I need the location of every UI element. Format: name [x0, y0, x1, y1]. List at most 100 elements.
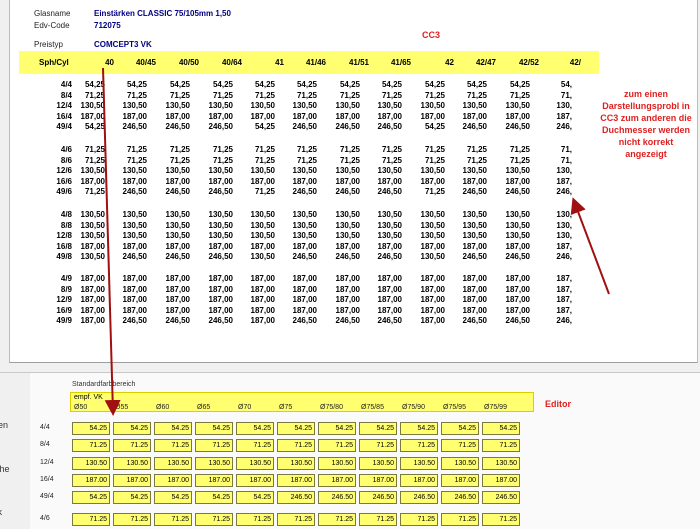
- editor-price-input[interactable]: 187.00: [195, 474, 233, 487]
- editor-price-input[interactable]: 71.25: [318, 513, 356, 526]
- editor-window: ngen eiche ock Standardfarbbereich empf.…: [0, 372, 700, 529]
- editor-price-input[interactable]: 54.25: [195, 491, 233, 504]
- side-item-1[interactable]: ngen: [0, 420, 8, 430]
- editor-column-header: Ø60: [156, 404, 170, 411]
- editor-price-input[interactable]: 54.25: [72, 491, 110, 504]
- editor-price-input[interactable]: 246.50: [359, 491, 397, 504]
- editor-price-input[interactable]: 54.25: [236, 491, 274, 504]
- editor-price-input[interactable]: 187.00: [318, 474, 356, 487]
- editor-price-input[interactable]: 187.00: [236, 474, 274, 487]
- editor-price-input[interactable]: 71.25: [441, 439, 479, 452]
- editor-price-input[interactable]: 71.25: [318, 439, 356, 452]
- editor-price-input[interactable]: 54.25: [400, 422, 438, 435]
- side-item-2[interactable]: eiche: [0, 464, 10, 474]
- preistyp-value: COMCEPT3 VK: [94, 40, 152, 49]
- editor-price-input[interactable]: 54.25: [277, 422, 315, 435]
- editor-price-input[interactable]: 71.25: [72, 513, 110, 526]
- editor-header-band: empf. VK Ø50 Ø55 Ø60 Ø65 Ø70 Ø75 Ø75/80 Ø75/85 Ø…: [70, 392, 534, 412]
- cc3-price-cell: 187,: [556, 274, 572, 283]
- editor-price-input[interactable]: 187.00: [359, 474, 397, 487]
- cc3-price-cell: 130,: [556, 220, 572, 230]
- cc3-price-cell: 71,: [560, 145, 572, 154]
- editor-price-input[interactable]: 130.50: [277, 457, 315, 470]
- cc3-price-cell: 54,: [560, 80, 572, 89]
- editor-price-input[interactable]: 246.50: [441, 491, 479, 504]
- editor-price-input[interactable]: 130.50: [441, 457, 479, 470]
- editor-column-header: Ø75/95: [443, 404, 466, 411]
- editor-price-input[interactable]: 71.25: [195, 439, 233, 452]
- editor-price-input[interactable]: 71.25: [482, 513, 520, 526]
- editor-price-input[interactable]: 130.50: [154, 457, 192, 470]
- cc3-price-cell: 187,: [556, 111, 572, 121]
- editor-price-input[interactable]: 187.00: [400, 474, 438, 487]
- editor-price-input[interactable]: 130.50: [318, 457, 356, 470]
- editor-price-input[interactable]: 71.25: [400, 439, 438, 452]
- editor-price-input[interactable]: 71.25: [359, 513, 397, 526]
- editor-price-input[interactable]: 130.50: [195, 457, 233, 470]
- editor-price-input[interactable]: 246.50: [277, 491, 315, 504]
- editor-price-input[interactable]: 187.00: [441, 474, 479, 487]
- editor-price-input[interactable]: 54.25: [359, 422, 397, 435]
- cc3-price-cell: 187,: [556, 241, 572, 251]
- editor-column-header: Ø75/99: [484, 404, 507, 411]
- editor-price-input[interactable]: 54.25: [236, 422, 274, 435]
- editor-price-input[interactable]: 54.25: [72, 422, 110, 435]
- cc3-price-cell: 246,: [556, 316, 572, 325]
- editor-price-input[interactable]: 71.25: [482, 439, 520, 452]
- editor-price-input[interactable]: 246.50: [400, 491, 438, 504]
- cc3-price-cell: 130,: [556, 210, 572, 219]
- editor-price-input[interactable]: 71.25: [113, 439, 151, 452]
- cc3-report-page: Glasname Einstärken CLASSIC 75/105mm 1,5…: [9, 0, 698, 363]
- cc3-price-cell: 187,: [556, 305, 572, 315]
- editor-price-input[interactable]: 71.25: [72, 439, 110, 452]
- editor-panel: Standardfarbbereich empf. VK Ø50 Ø55 Ø60 Ø6…: [30, 373, 700, 529]
- editor-price-input[interactable]: 54.25: [154, 491, 192, 504]
- cc3-price-cell: 71,: [560, 155, 572, 165]
- editor-price-input[interactable]: 130.50: [72, 457, 110, 470]
- editor-column-header: Ø75/90: [402, 404, 425, 411]
- editor-column-header: Ø75/85: [361, 404, 384, 411]
- editor-price-input[interactable]: 187.00: [113, 474, 151, 487]
- glasname-value: Einstärken CLASSIC 75/105mm 1,50: [94, 9, 231, 18]
- editor-price-input[interactable]: 54.25: [154, 422, 192, 435]
- editor-price-input[interactable]: 130.50: [482, 457, 520, 470]
- editor-column-header: Ø75: [279, 404, 293, 411]
- editor-price-input[interactable]: 130.50: [113, 457, 151, 470]
- editor-price-input[interactable]: 71.25: [236, 439, 274, 452]
- editor-price-input[interactable]: 54.25: [441, 422, 479, 435]
- editor-price-input[interactable]: 71.25: [236, 513, 274, 526]
- editor-price-input[interactable]: 246.50: [482, 491, 520, 504]
- editor-row-label: 8/4: [40, 441, 50, 448]
- editor-price-input[interactable]: 54.25: [195, 422, 233, 435]
- side-item-3[interactable]: ock: [0, 507, 2, 517]
- editor-price-input[interactable]: 71.25: [441, 513, 479, 526]
- editor-price-input[interactable]: 71.25: [359, 439, 397, 452]
- editor-price-input[interactable]: 54.25: [113, 491, 151, 504]
- editor-price-input[interactable]: 130.50: [400, 457, 438, 470]
- cc3-annotation-label: CC3: [422, 30, 441, 40]
- cc3-column-header: 42/: [569, 58, 581, 67]
- editor-price-input[interactable]: 54.25: [113, 422, 151, 435]
- editor-price-input[interactable]: 130.50: [236, 457, 274, 470]
- cc3-price-cell: 246,: [556, 122, 572, 131]
- editor-price-input[interactable]: 246.50: [318, 491, 356, 504]
- editor-price-input[interactable]: 71.25: [113, 513, 151, 526]
- editor-price-input[interactable]: 71.25: [195, 513, 233, 526]
- editor-price-input[interactable]: 187.00: [154, 474, 192, 487]
- editor-price-input[interactable]: 54.25: [318, 422, 356, 435]
- editor-price-input[interactable]: 187.00: [72, 474, 110, 487]
- editor-price-input[interactable]: 71.25: [277, 439, 315, 452]
- editor-price-input[interactable]: 71.25: [154, 513, 192, 526]
- edv-code-label: Edv-Code: [34, 21, 70, 30]
- editor-price-input[interactable]: 54.25: [482, 422, 520, 435]
- editor-column-header: Ø55: [115, 404, 129, 411]
- editor-price-input[interactable]: 130.50: [359, 457, 397, 470]
- editor-row-label: 4/6: [40, 515, 50, 522]
- editor-price-input[interactable]: 71.25: [277, 513, 315, 526]
- cc3-price-cell: 187,: [556, 295, 572, 304]
- editor-price-input[interactable]: 187.00: [277, 474, 315, 487]
- editor-price-input[interactable]: 187.00: [482, 474, 520, 487]
- glasname-label: Glasname: [34, 9, 71, 18]
- editor-price-input[interactable]: 71.25: [400, 513, 438, 526]
- editor-price-input[interactable]: 71.25: [154, 439, 192, 452]
